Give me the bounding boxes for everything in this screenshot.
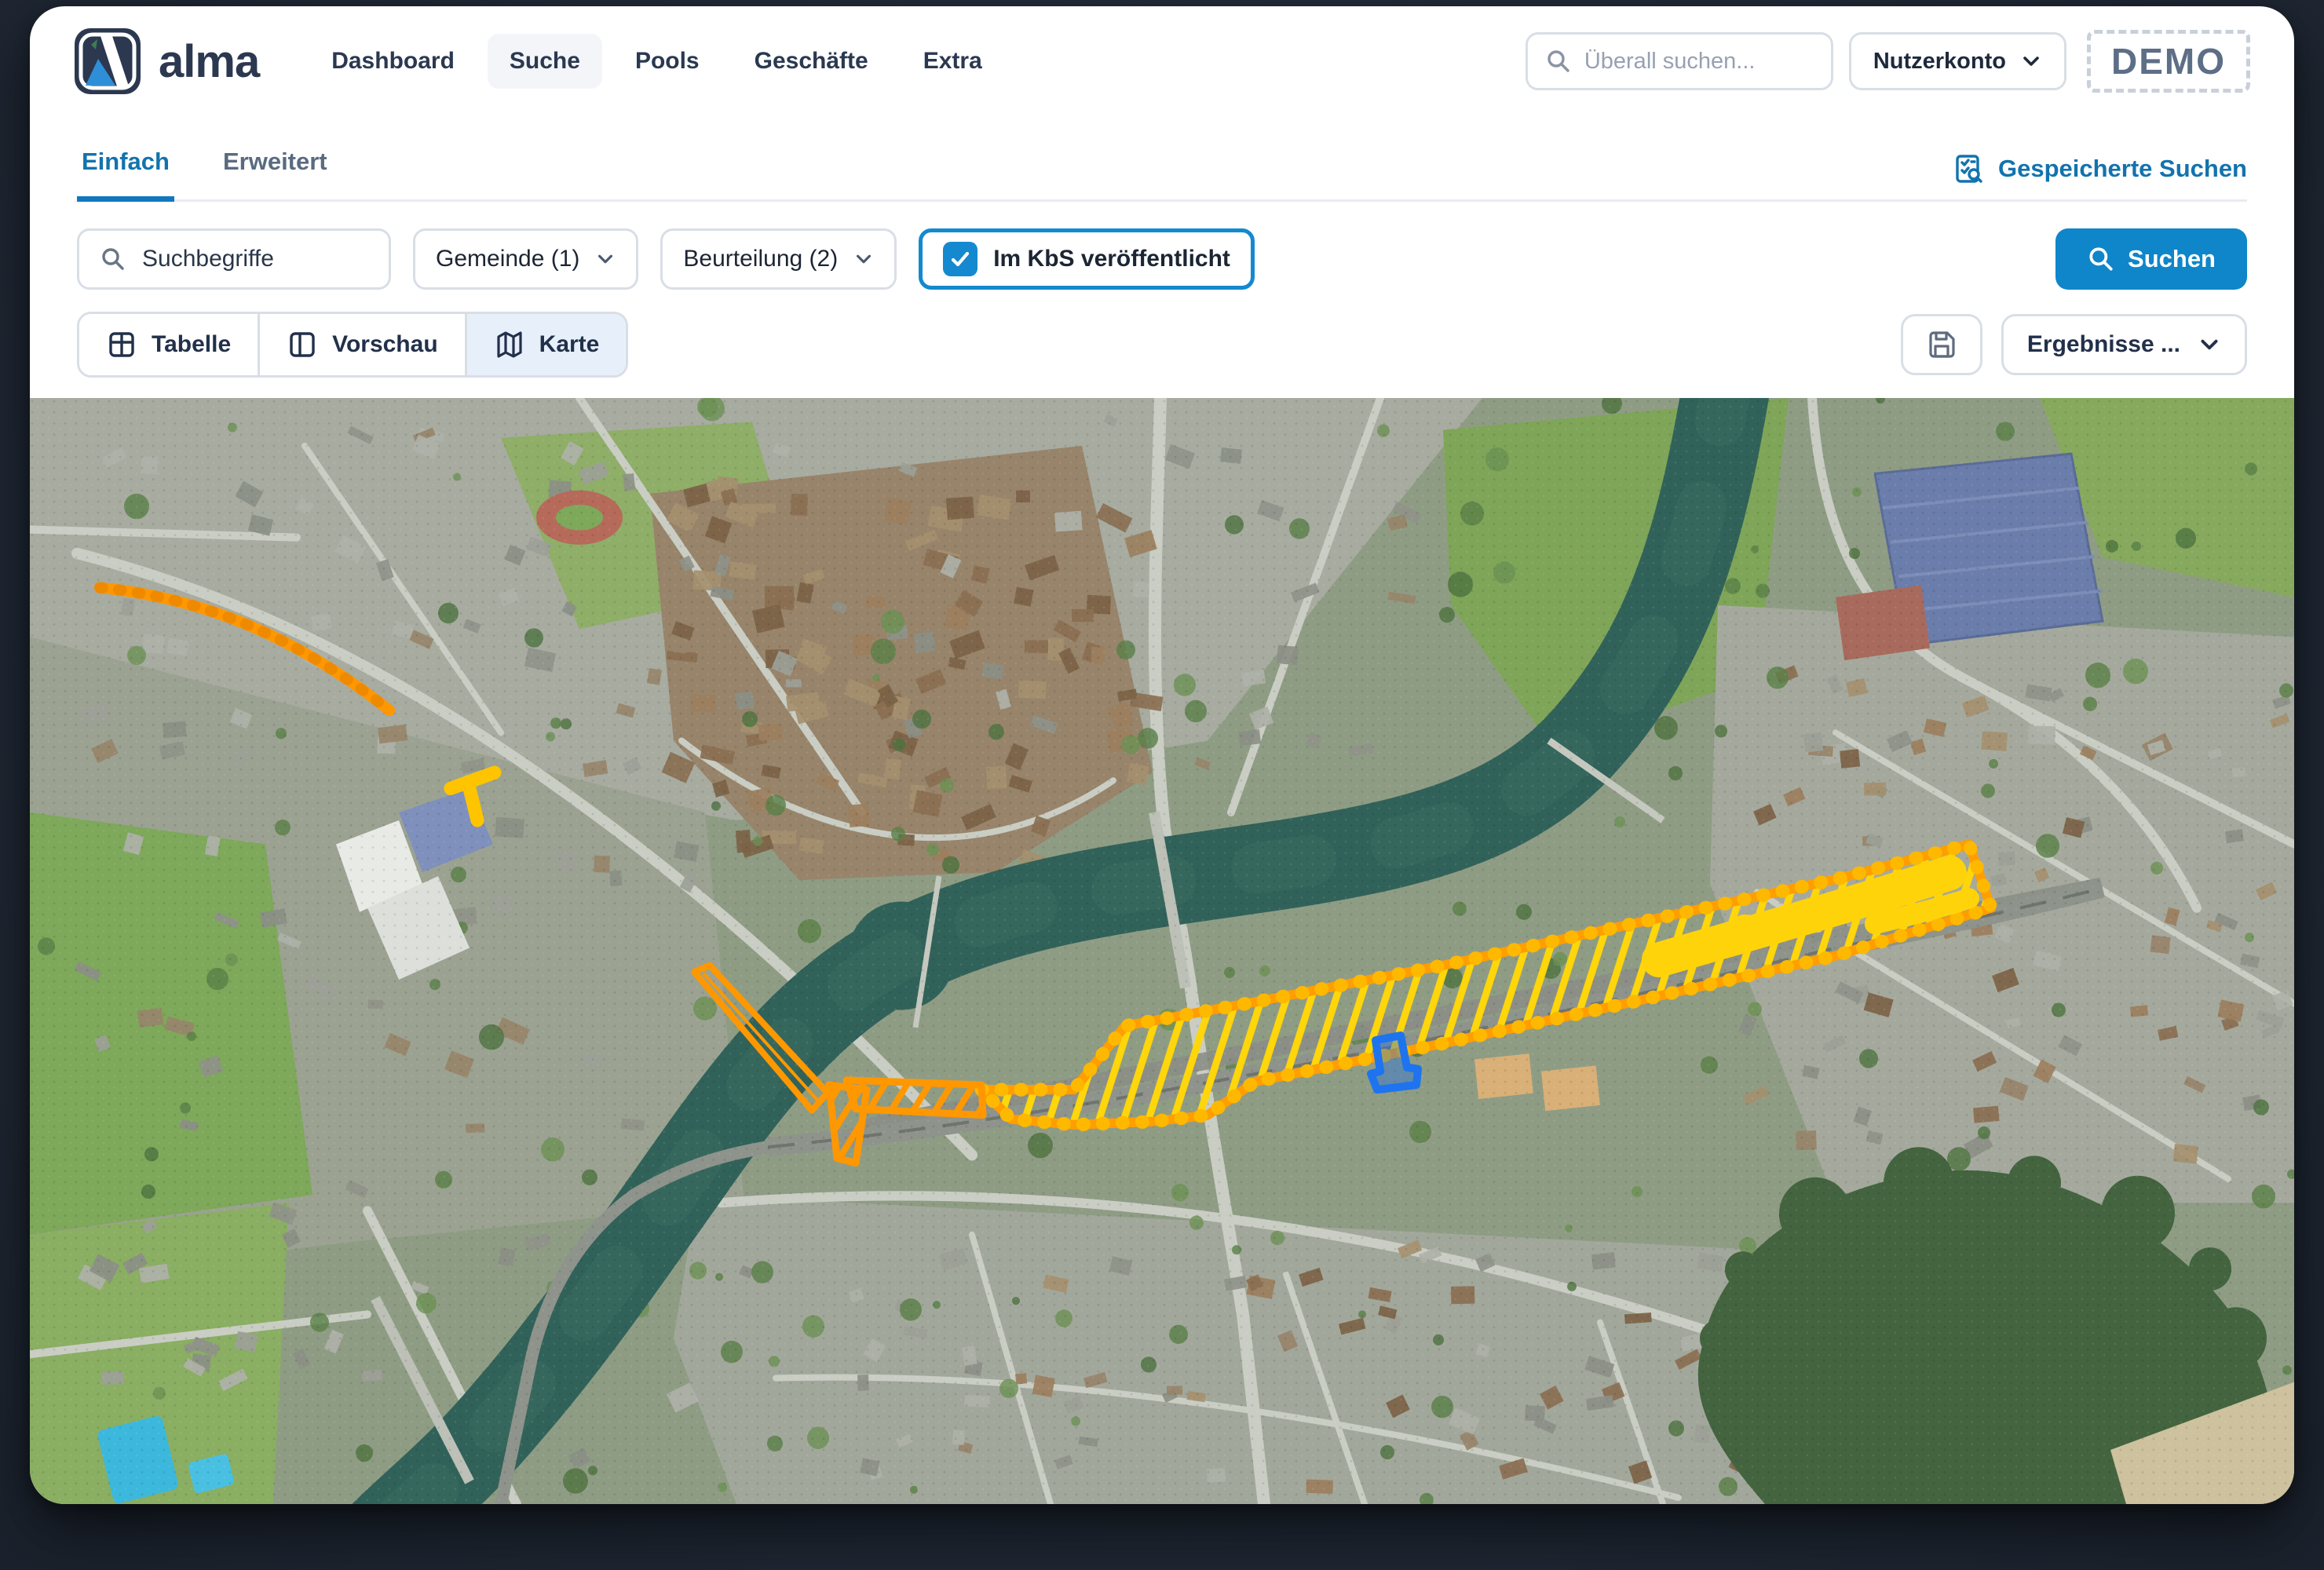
view-vorschau-button[interactable]: Vorschau	[258, 314, 465, 375]
view-switcher: Tabelle Vorschau Karte	[77, 312, 628, 378]
save-view-button[interactable]	[1901, 314, 1982, 375]
chevron-down-icon	[595, 249, 616, 269]
gemeinde-dropdown[interactable]: Gemeinde (1)	[413, 228, 638, 290]
search-icon	[100, 246, 126, 272]
beurteilung-dropdown[interactable]: Beurteilung (2)	[660, 228, 897, 290]
nav-item-geschaefte[interactable]: Geschäfte	[733, 34, 890, 89]
chevron-down-icon	[2198, 333, 2221, 356]
nav-item-suche[interactable]: Suche	[488, 34, 602, 89]
split-panel-icon	[287, 329, 318, 360]
demo-badge: DEMO	[2087, 30, 2250, 93]
app-window: alma Dashboard Suche Pools Geschäfte Ext…	[30, 6, 2294, 1504]
app-header: alma Dashboard Suche Pools Geschäfte Ext…	[30, 6, 2294, 116]
brand-name: alma	[159, 35, 259, 88]
map-icon	[494, 329, 525, 360]
nav-item-dashboard[interactable]: Dashboard	[309, 34, 477, 89]
map-canvas[interactable]	[30, 398, 2294, 1504]
global-search-input[interactable]: Überall suchen...	[1526, 32, 1833, 90]
nav-item-pools[interactable]: Pools	[613, 34, 722, 89]
search-icon	[1545, 48, 1572, 75]
tab-erweitert[interactable]: Erweitert	[218, 133, 332, 202]
map-view	[30, 398, 2294, 1504]
results-count-dropdown[interactable]: Ergebnisse ...	[2001, 314, 2247, 375]
search-icon	[2087, 245, 2115, 273]
chevron-down-icon	[2020, 50, 2042, 72]
keyword-search-input[interactable]: Suchbegriffe	[77, 228, 391, 290]
view-karte-button[interactable]: Karte	[465, 314, 627, 375]
alma-logo-icon	[74, 27, 141, 95]
chevron-down-icon	[853, 249, 874, 269]
main-nav: Dashboard Suche Pools Geschäfte Extra	[309, 34, 1004, 89]
results-toolbar: Tabelle Vorschau Karte	[77, 312, 2247, 378]
keyword-placeholder: Suchbegriffe	[142, 246, 274, 272]
floppy-disk-icon	[1924, 327, 1959, 362]
filter-row: Suchbegriffe Gemeinde (1) Beurteilung (2…	[77, 228, 2247, 290]
table-icon	[106, 329, 137, 360]
view-tabelle-button[interactable]: Tabelle	[79, 314, 258, 375]
kbs-checkbox-label: Im KbS veröffentlicht	[993, 246, 1230, 272]
global-search-placeholder: Überall suchen...	[1584, 49, 1756, 75]
saved-searches-link[interactable]: Gespeicherte Suchen	[1953, 152, 2247, 185]
search-mode-tabs: Einfach Erweitert Gespeicherte Suchen	[77, 133, 2247, 202]
nav-item-extra[interactable]: Extra	[901, 34, 1004, 89]
tab-einfach[interactable]: Einfach	[77, 133, 174, 202]
kbs-published-checkbox[interactable]: Im KbS veröffentlicht	[919, 228, 1255, 290]
account-menu-button[interactable]: Nutzerkonto	[1849, 32, 2066, 90]
account-label: Nutzerkonto	[1873, 49, 2006, 75]
saved-searches-icon	[1953, 152, 1986, 185]
suchen-button[interactable]: Suchen	[2055, 228, 2247, 290]
brand[interactable]: alma	[74, 27, 259, 95]
checkbox-checked-icon	[943, 242, 977, 276]
